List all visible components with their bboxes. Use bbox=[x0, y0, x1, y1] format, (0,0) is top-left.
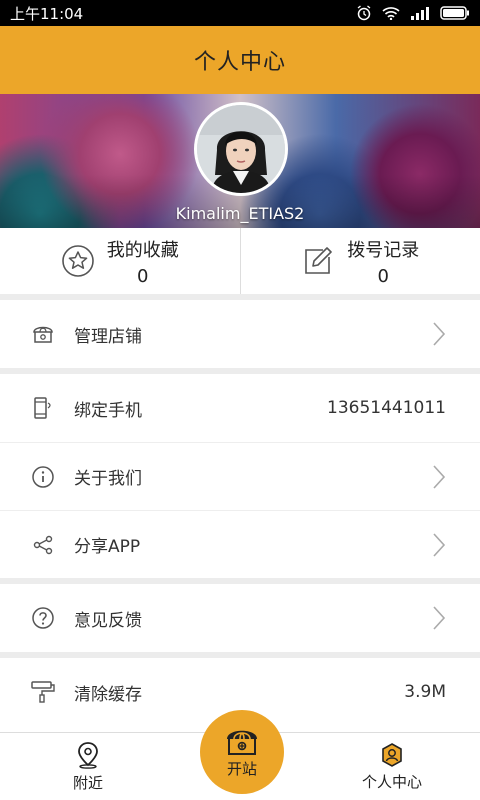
manage-store-label: 管理店铺 bbox=[74, 326, 142, 347]
call-history-stat[interactable]: 拨号记录 0 bbox=[239, 228, 480, 294]
help-icon bbox=[30, 605, 56, 631]
phone-number: 13651441011 bbox=[327, 398, 446, 418]
share-icon bbox=[30, 532, 56, 558]
avatar[interactable] bbox=[194, 102, 288, 196]
header: 个人中心 bbox=[0, 26, 480, 94]
chevron-right-icon bbox=[433, 322, 446, 346]
username: Kimalim_ETIAS2 bbox=[175, 204, 305, 223]
menu-group-feedback: 意见反馈 bbox=[0, 584, 480, 652]
menu-item-bind-phone[interactable]: 绑定手机 13651441011 bbox=[0, 374, 480, 442]
signal-icon bbox=[410, 6, 430, 20]
chevron-right-icon bbox=[433, 606, 446, 630]
store-icon bbox=[227, 730, 257, 755]
alarm-icon bbox=[356, 5, 372, 21]
nav-profile-label: 个人中心 bbox=[361, 772, 422, 791]
nav-nearby-label: 附近 bbox=[72, 773, 103, 792]
open-shop-button[interactable]: 开站 bbox=[200, 710, 284, 794]
call-history-count: 0 bbox=[377, 265, 389, 287]
menu-item-manage-store[interactable]: 管理店铺 bbox=[0, 300, 480, 368]
nav-item-profile[interactable]: 个人中心 bbox=[322, 742, 462, 792]
location-pin-icon bbox=[78, 741, 98, 769]
favorites-stat[interactable]: 我的收藏 0 bbox=[0, 228, 240, 294]
battery-icon bbox=[440, 6, 470, 20]
menu-group-info: 绑定手机 13651441011 关于我们 分享APP bbox=[0, 374, 480, 578]
favorites-count: 0 bbox=[137, 265, 149, 287]
user-icon bbox=[382, 742, 402, 767]
menu-item-share-app[interactable]: 分享APP bbox=[0, 510, 480, 578]
status-time: 上午11:04 bbox=[10, 4, 84, 23]
call-history-label: 拨号记录 bbox=[347, 239, 420, 261]
wifi-icon bbox=[382, 6, 400, 20]
open-shop-label: 开站 bbox=[226, 759, 257, 778]
edit-icon bbox=[305, 247, 333, 274]
phone-icon bbox=[30, 395, 56, 421]
favorites-label: 我的收藏 bbox=[106, 239, 179, 261]
nav-item-nearby[interactable]: 附近 bbox=[18, 741, 158, 793]
paint-roller-icon bbox=[30, 679, 56, 705]
feedback-label: 意见反馈 bbox=[74, 610, 142, 631]
star-icon bbox=[61, 245, 94, 277]
bind-phone-label: 绑定手机 bbox=[74, 400, 142, 421]
clear-cache-label: 清除缓存 bbox=[74, 684, 142, 705]
status-icons bbox=[356, 5, 470, 21]
profile-banner: Kimalim_ETIAS2 bbox=[0, 94, 480, 228]
info-icon bbox=[30, 464, 56, 490]
chevron-right-icon bbox=[433, 532, 446, 557]
menu-group-store: 管理店铺 bbox=[0, 300, 480, 368]
page-title: 个人中心 bbox=[193, 50, 286, 75]
menu-item-about-us[interactable]: 关于我们 bbox=[0, 442, 480, 510]
cache-size: 3.9M bbox=[404, 682, 446, 702]
chevron-right-icon bbox=[433, 464, 446, 489]
about-us-label: 关于我们 bbox=[74, 469, 142, 489]
share-app-label: 分享APP bbox=[74, 537, 141, 557]
stats-row: 我的收藏 0 拨号记录 0 bbox=[0, 228, 480, 294]
menu-item-feedback[interactable]: 意见反馈 bbox=[0, 584, 480, 652]
store-icon bbox=[30, 321, 56, 347]
status-bar: 上午11:04 bbox=[0, 0, 480, 26]
